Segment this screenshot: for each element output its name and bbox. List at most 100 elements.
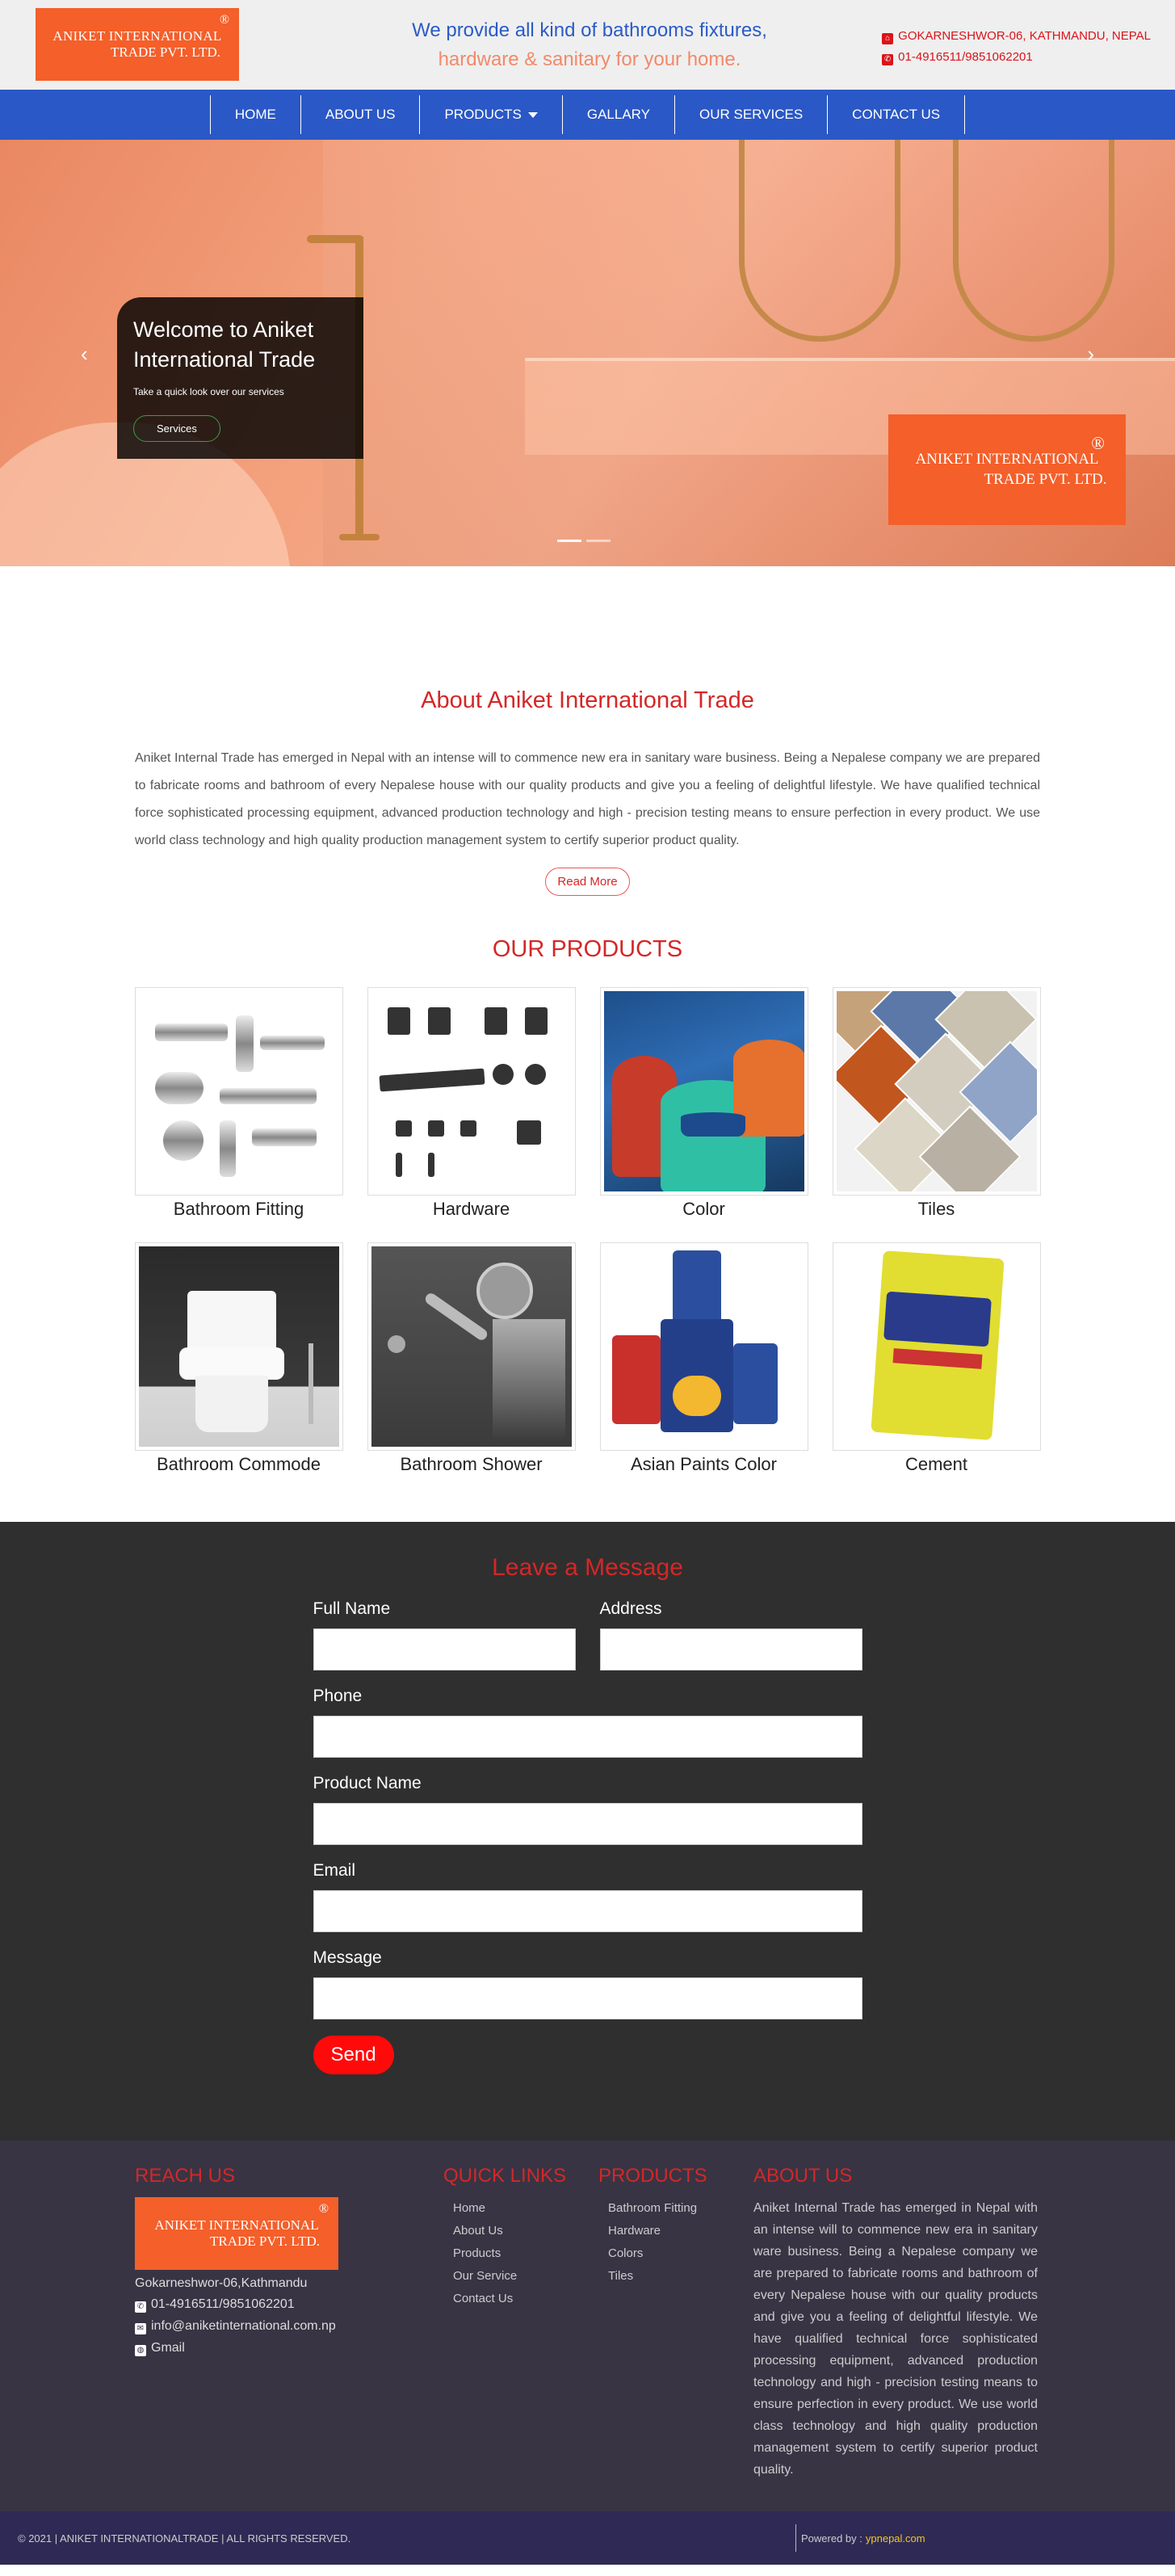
hero-mirror-left [739, 140, 900, 342]
footer-link-about-us[interactable]: About Us [443, 2220, 598, 2242]
product-card-asian-paints-color[interactable]: Asian Paints Color [599, 1242, 808, 1498]
header-address-text: GOKARNESHWOR-06, KATHMANDU, NEPAL [898, 29, 1151, 43]
product-name: Tiles [917, 1199, 955, 1219]
footer-product-colors[interactable]: Colors [598, 2242, 753, 2265]
email-input[interactable] [313, 1890, 862, 1932]
hero-faucet-base [339, 534, 380, 540]
registered-mark: ® [219, 13, 229, 27]
footer-link-contact-us[interactable]: Contact Us [443, 2288, 598, 2310]
powered-by: Powered by : ypnepal.com [795, 2524, 925, 2552]
product-name-label: Product Name [313, 1774, 422, 1792]
product-card-color[interactable]: Color [599, 987, 808, 1242]
footer-product-bathroom-fitting[interactable]: Bathroom Fitting [598, 2197, 753, 2220]
shower-image [371, 1246, 572, 1447]
nav-products-dropdown[interactable]: PRODUCTS [419, 95, 561, 134]
products-section: OUR PRODUCTS Bathroom Fitting Hardware C… [0, 896, 1175, 1498]
product-card-cement[interactable]: Cement [832, 1242, 1041, 1498]
message-input[interactable] [313, 1977, 862, 2019]
footer-email[interactable]: ✉ info@aniketinternational.com.np [135, 2319, 443, 2334]
footer-gmail[interactable]: ◍ Gmail [135, 2341, 443, 2356]
nav-home[interactable]: HOME [209, 95, 300, 134]
footer-phone-text: 01-4916511/9851062201 [151, 2297, 295, 2311]
footer-logo-line-2: TRADE PVT. LTD. [210, 2234, 320, 2249]
page: ® ANIKET INTERNATIONAL TRADE PVT. LTD. W… [0, 0, 1175, 2565]
about-section: About Aniket International Trade Aniket … [0, 566, 1175, 896]
hero-caption: Welcome to Aniket International Trade Ta… [117, 297, 363, 459]
nav-gallery[interactable]: GALLARY [561, 95, 674, 134]
nav-products-label: PRODUCTS [444, 107, 522, 122]
hero-title: Welcome to Aniket International Trade [133, 317, 316, 372]
product-image-frame [367, 1242, 576, 1451]
product-image-frame [599, 987, 808, 1196]
powered-by-label: Powered by : [801, 2532, 862, 2544]
product-name-input[interactable] [313, 1803, 862, 1845]
phone-icon: ✆ [135, 2301, 146, 2313]
nav-about-us[interactable]: ABOUT US [300, 95, 420, 134]
product-image-frame [134, 987, 343, 1196]
footer-products: PRODUCTS Bathroom Fitting Hardware Color… [598, 2165, 753, 2487]
carousel-indicator-1[interactable] [557, 540, 581, 542]
send-button[interactable]: Send [313, 2036, 394, 2074]
footer: REACH US ® ANIKET INTERNATIONAL TRADE PV… [0, 2141, 1175, 2511]
product-image-frame [134, 1242, 343, 1451]
powered-by-link[interactable]: ypnepal.com [866, 2532, 925, 2544]
products-title: OUR PRODUCTS [492, 936, 683, 962]
footer-logo-line-1: ANIKET INTERNATIONAL [154, 2217, 319, 2234]
hero-logo: ® ANIKET INTERNATIONAL TRADE PVT. LTD. [888, 414, 1126, 525]
asian-paints-image [603, 1246, 804, 1447]
product-card-hardware[interactable]: Hardware [367, 987, 576, 1242]
footer-link-our-service[interactable]: Our Service [443, 2265, 598, 2288]
logo-line-1: ANIKET INTERNATIONAL [52, 28, 222, 44]
footer-link-products[interactable]: Products [443, 2242, 598, 2265]
address-label: Address [599, 1599, 662, 1618]
registered-mark: ® [318, 2202, 329, 2216]
phone-icon: ✆ [882, 54, 894, 65]
carousel-indicator-2[interactable] [586, 540, 611, 542]
cement-bag-image [836, 1246, 1037, 1447]
product-card-bathroom-shower[interactable]: Bathroom Shower [367, 1242, 576, 1498]
header-phone[interactable]: ✆ 01-4916511/9851062201 [882, 47, 1151, 68]
site-logo[interactable]: ® ANIKET INTERNATIONAL TRADE PVT. LTD. [36, 8, 239, 81]
paint-cans-image [603, 991, 804, 1191]
product-card-tiles[interactable]: Tiles [832, 987, 1041, 1242]
footer-phone[interactable]: ✆ 01-4916511/9851062201 [135, 2297, 443, 2313]
chevron-right-icon[interactable]: › [1087, 342, 1094, 367]
services-button[interactable]: Services [133, 415, 220, 442]
product-grid: Bathroom Fitting Hardware Color Tiles Ba… [0, 987, 1175, 1498]
copyright-text: © 2021 | ANIKET INTERNATIONALTRADE | ALL… [18, 2532, 351, 2544]
message-label: Message [313, 1948, 382, 1967]
quick-links-title: QUICK LINKS [443, 2165, 567, 2187]
footer-product-hardware[interactable]: Hardware [598, 2220, 753, 2242]
footer-quick-links: QUICK LINKS Home About Us Products Our S… [443, 2165, 598, 2487]
chevron-left-icon[interactable]: ‹ [81, 342, 88, 367]
address-input[interactable] [599, 1628, 862, 1670]
footer-gmail-text: Gmail [151, 2341, 185, 2355]
full-name-label: Full Name [313, 1599, 391, 1618]
about-text: Aniket Internal Trade has emerged in Nep… [135, 751, 1040, 847]
phone-input[interactable] [313, 1716, 862, 1758]
carousel-indicators [557, 540, 611, 542]
product-card-bathroom-fitting[interactable]: Bathroom Fitting [134, 987, 343, 1242]
tagline-line-1: We provide all kind of bathrooms fixture… [412, 19, 767, 41]
product-name: Bathroom Commode [157, 1454, 321, 1474]
header-phone-text: 01-4916511/9851062201 [898, 50, 1033, 64]
nav-services-label: OUR SERVICES [699, 107, 804, 122]
nav-gallery-label: GALLARY [586, 107, 650, 122]
product-name: Bathroom Fitting [173, 1199, 304, 1219]
hero-logo-line-2: TRADE PVT. LTD. [984, 470, 1107, 488]
product-card-bathroom-commode[interactable]: Bathroom Commode [134, 1242, 343, 1498]
full-name-input[interactable] [313, 1628, 576, 1670]
footer-about-title: ABOUT US [753, 2165, 853, 2187]
nav-our-services[interactable]: OUR SERVICES [674, 95, 827, 134]
about-title: About Aniket International Trade [421, 687, 754, 713]
message-form: Full Name Address Phone Product Name Ema… [313, 1599, 862, 2074]
footer-link-home[interactable]: Home [443, 2197, 598, 2220]
nav-contact-us[interactable]: CONTACT US [827, 95, 966, 134]
footer-email-text: info@aniketinternational.com.np [151, 2319, 336, 2333]
bathroom-fitting-image [138, 991, 339, 1191]
footer-product-tiles[interactable]: Tiles [598, 2265, 753, 2288]
commode-image [138, 1246, 339, 1447]
header-contact: ⌂ GOKARNESHWOR-06, KATHMANDU, NEPAL ✆ 01-4… [882, 26, 1151, 68]
leave-message-section: Leave a Message Full Name Address Phone … [0, 1522, 1175, 2141]
read-more-button[interactable]: Read More [545, 868, 630, 896]
